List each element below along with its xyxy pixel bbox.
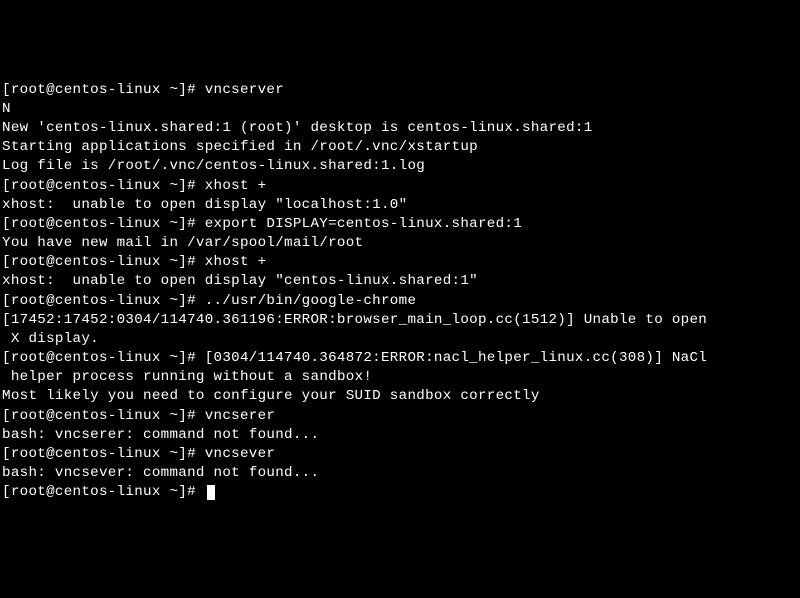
terminal-line: New 'centos-linux.shared:1 (root)' deskt… [2,119,798,138]
terminal-line: N [2,100,798,119]
terminal-line: Log file is /root/.vnc/centos-linux.shar… [2,157,798,176]
terminal-line: [root@centos-linux ~]# export DISPLAY=ce… [2,215,798,234]
terminal-output[interactable]: [root@centos-linux ~]# vncserverNNew 'ce… [2,81,798,503]
terminal-line: Starting applications specified in /root… [2,138,798,157]
terminal-line: bash: vncsever: command not found... [2,464,798,483]
terminal-line: [root@centos-linux ~]# [0304/114740.3648… [2,349,798,368]
terminal-line: xhost: unable to open display "centos-li… [2,272,798,291]
terminal-line: X display. [2,330,798,349]
terminal-line: [root@centos-linux ~]# vncsever [2,445,798,464]
terminal-line: helper process running without a sandbox… [2,368,798,387]
terminal-line: [17452:17452:0304/114740.361196:ERROR:br… [2,311,798,330]
terminal-line: bash: vncserer: command not found... [2,426,798,445]
terminal-line: [root@centos-linux ~]# [2,484,215,500]
terminal-line: Most likely you need to configure your S… [2,387,798,406]
terminal-line: xhost: unable to open display "localhost… [2,196,798,215]
terminal-line: [root@centos-linux ~]# vncserer [2,407,798,426]
cursor [207,485,215,500]
terminal-line: [root@centos-linux ~]# ../usr/bin/google… [2,292,798,311]
terminal-line: [root@centos-linux ~]# vncserver [2,81,798,100]
terminal-line: [root@centos-linux ~]# xhost + [2,177,798,196]
terminal-line: You have new mail in /var/spool/mail/roo… [2,234,798,253]
terminal-line: [root@centos-linux ~]# xhost + [2,253,798,272]
